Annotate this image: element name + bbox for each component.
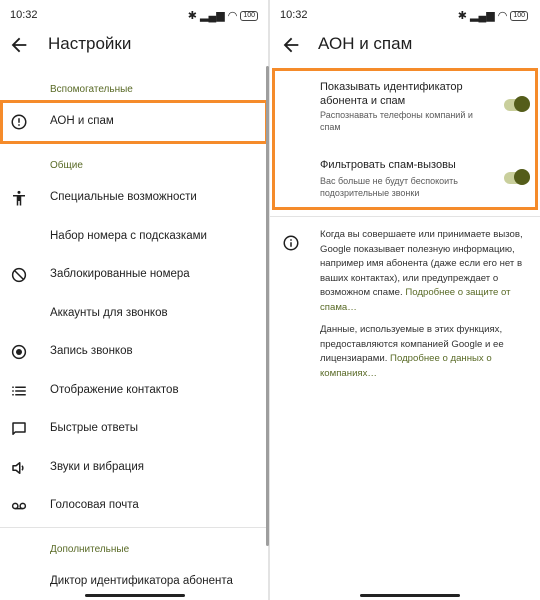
settings-item-assisted-dial[interactable]: Набор номера с подсказками (0, 219, 266, 255)
settings-screen: 10:32 ✱ ▂▄▆ ◠ 100 Настройки Вспомогатель… (0, 0, 270, 600)
settings-item-accounts[interactable]: Аккаунты для звонков (0, 296, 266, 332)
bluetooth-icon: ✱ (187, 10, 197, 22)
settings-item-label: Аккаунты для звонков (50, 307, 168, 319)
settings-item-label: Специальные возможности (50, 191, 197, 203)
status-time: 10:32 (280, 9, 308, 21)
section-divider (270, 216, 540, 217)
status-icons: ✱ ▂▄▆ ◠ 100 (188, 9, 258, 22)
highlight-box (0, 100, 268, 144)
section-general: Общие (50, 160, 83, 171)
highlight-box (272, 68, 538, 210)
info-paragraph-1: Когда вы совершаете или принимаете вызов… (320, 228, 530, 315)
app-bar: АОН и спам (270, 28, 540, 62)
battery-icon: 100 (510, 10, 528, 21)
scrollbar[interactable] (266, 66, 269, 546)
section-divider (0, 527, 266, 528)
wifi-icon: ◠ (497, 10, 508, 22)
wifi-icon: ◠ (227, 10, 238, 22)
signal-icon: ▂▄▆ (199, 10, 225, 22)
settings-item-label: Заблокированные номера (50, 268, 190, 280)
settings-item-label: Диктор идентификатора абонента (50, 575, 233, 587)
volume-icon (12, 462, 24, 474)
battery-icon: 100 (240, 10, 258, 21)
home-indicator (85, 594, 185, 597)
back-arrow-icon[interactable] (8, 34, 30, 56)
bluetooth-icon: ✱ (457, 10, 467, 22)
accessibility-icon (13, 190, 25, 206)
status-bar: 10:32 ✱ ▂▄▆ ◠ 100 (10, 8, 258, 24)
settings-item-label: Голосовая почта (50, 499, 139, 511)
settings-item-label: Отображение контактов (50, 384, 179, 396)
settings-item-voicemail[interactable]: Голосовая почта (0, 488, 266, 524)
section-aux: Вспомогательные (50, 84, 133, 95)
home-indicator (360, 594, 460, 597)
section-extra: Дополнительные (50, 544, 130, 555)
page-title: АОН и спам (318, 34, 413, 53)
status-icons: ✱ ▂▄▆ ◠ 100 (458, 9, 528, 22)
caller-id-spam-screen: 10:32 ✱ ▂▄▆ ◠ 100 АОН и спам Показывать … (270, 0, 540, 600)
page-title: Настройки (48, 34, 132, 53)
settings-item-blocked[interactable]: Заблокированные номера (0, 257, 266, 293)
settings-item-sounds[interactable]: Звуки и вибрация (0, 450, 266, 486)
settings-item-label: Быстрые ответы (50, 422, 139, 434)
settings-item-accessibility[interactable]: Специальные возможности (0, 180, 266, 216)
settings-item-contacts-display[interactable]: Отображение контактов (0, 373, 266, 409)
status-bar: 10:32 ✱ ▂▄▆ ◠ 100 (280, 8, 528, 24)
signal-icon: ▂▄▆ (469, 10, 495, 22)
settings-item-label: Запись звонков (50, 345, 133, 357)
back-arrow-icon[interactable] (280, 34, 302, 56)
settings-item-label: Звуки и вибрация (50, 461, 144, 473)
settings-item-label: Набор номера с подсказками (50, 230, 207, 242)
settings-item-recording[interactable]: Запись звонков (0, 334, 266, 370)
message-icon (12, 422, 26, 435)
app-bar: Настройки (0, 28, 270, 62)
info-paragraph-2: Данные, используемые в этих функциях, пр… (320, 323, 530, 381)
block-icon (11, 267, 27, 283)
list-icon (12, 386, 26, 396)
status-time: 10:32 (10, 9, 38, 21)
voicemail-icon (11, 502, 27, 510)
settings-item-quick-replies[interactable]: Быстрые ответы (0, 411, 266, 447)
info-icon (283, 235, 299, 251)
record-icon (11, 344, 27, 360)
